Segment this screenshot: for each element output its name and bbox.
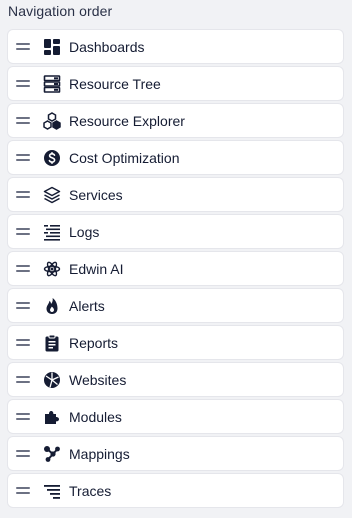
nav-item-cost-optimization[interactable]: Cost Optimization: [8, 141, 343, 174]
drag-handle-icon[interactable]: [16, 252, 32, 285]
reports-icon: [42, 333, 62, 353]
nav-item-edwin-ai[interactable]: Edwin AI: [8, 252, 343, 285]
cost-optimization-icon: [42, 148, 62, 168]
drag-handle-icon[interactable]: [16, 437, 32, 470]
resource-tree-icon: [42, 74, 62, 94]
nav-item-dashboards[interactable]: Dashboards: [8, 30, 343, 63]
drag-handle-icon[interactable]: [16, 141, 32, 174]
drag-handle-icon[interactable]: [16, 30, 32, 63]
websites-icon: [42, 370, 62, 390]
nav-item-websites[interactable]: Websites: [8, 363, 343, 396]
nav-item-logs[interactable]: Logs: [8, 215, 343, 248]
nav-item-reports[interactable]: Reports: [8, 326, 343, 359]
alerts-icon: [42, 296, 62, 316]
edwin-ai-icon: [42, 259, 62, 279]
nav-item-label: Dashboards: [69, 38, 145, 55]
nav-item-mappings[interactable]: Mappings: [8, 437, 343, 470]
nav-item-label: Cost Optimization: [69, 149, 180, 166]
services-icon: [42, 185, 62, 205]
nav-item-traces[interactable]: Traces: [8, 474, 343, 507]
drag-handle-icon[interactable]: [16, 215, 32, 248]
mappings-icon: [42, 444, 62, 464]
logs-icon: [42, 222, 62, 242]
drag-handle-icon[interactable]: [16, 289, 32, 322]
nav-item-label: Reports: [69, 334, 119, 351]
dashboards-icon: [42, 37, 62, 57]
drag-handle-icon[interactable]: [16, 67, 32, 100]
drag-handle-icon[interactable]: [16, 363, 32, 396]
nav-item-label: Mappings: [69, 445, 130, 462]
nav-item-services[interactable]: Services: [8, 178, 343, 211]
navigation-order-list: Dashboards Resource Tree Resource Explor…: [8, 30, 343, 511]
drag-handle-icon[interactable]: [16, 326, 32, 359]
modules-icon: [42, 407, 62, 427]
drag-handle-icon[interactable]: [16, 400, 32, 433]
nav-item-label: Services: [69, 186, 123, 203]
drag-handle-icon[interactable]: [16, 104, 32, 137]
nav-item-label: Alerts: [69, 297, 105, 314]
drag-handle-icon[interactable]: [16, 178, 32, 211]
resource-explorer-icon: [42, 111, 62, 131]
nav-item-modules[interactable]: Modules: [8, 400, 343, 433]
nav-item-resource-tree[interactable]: Resource Tree: [8, 67, 343, 100]
nav-item-label: Modules: [69, 408, 122, 425]
nav-item-label: Logs: [69, 223, 100, 240]
page-title: Navigation order: [8, 3, 113, 19]
nav-item-label: Edwin AI: [69, 260, 124, 277]
drag-handle-icon[interactable]: [16, 474, 32, 507]
nav-item-resource-explorer[interactable]: Resource Explorer: [8, 104, 343, 137]
nav-item-label: Websites: [69, 371, 127, 388]
nav-item-alerts[interactable]: Alerts: [8, 289, 343, 322]
nav-item-label: Traces: [69, 482, 112, 499]
nav-item-label: Resource Explorer: [69, 112, 185, 129]
traces-icon: [42, 481, 62, 501]
nav-item-label: Resource Tree: [69, 75, 161, 92]
